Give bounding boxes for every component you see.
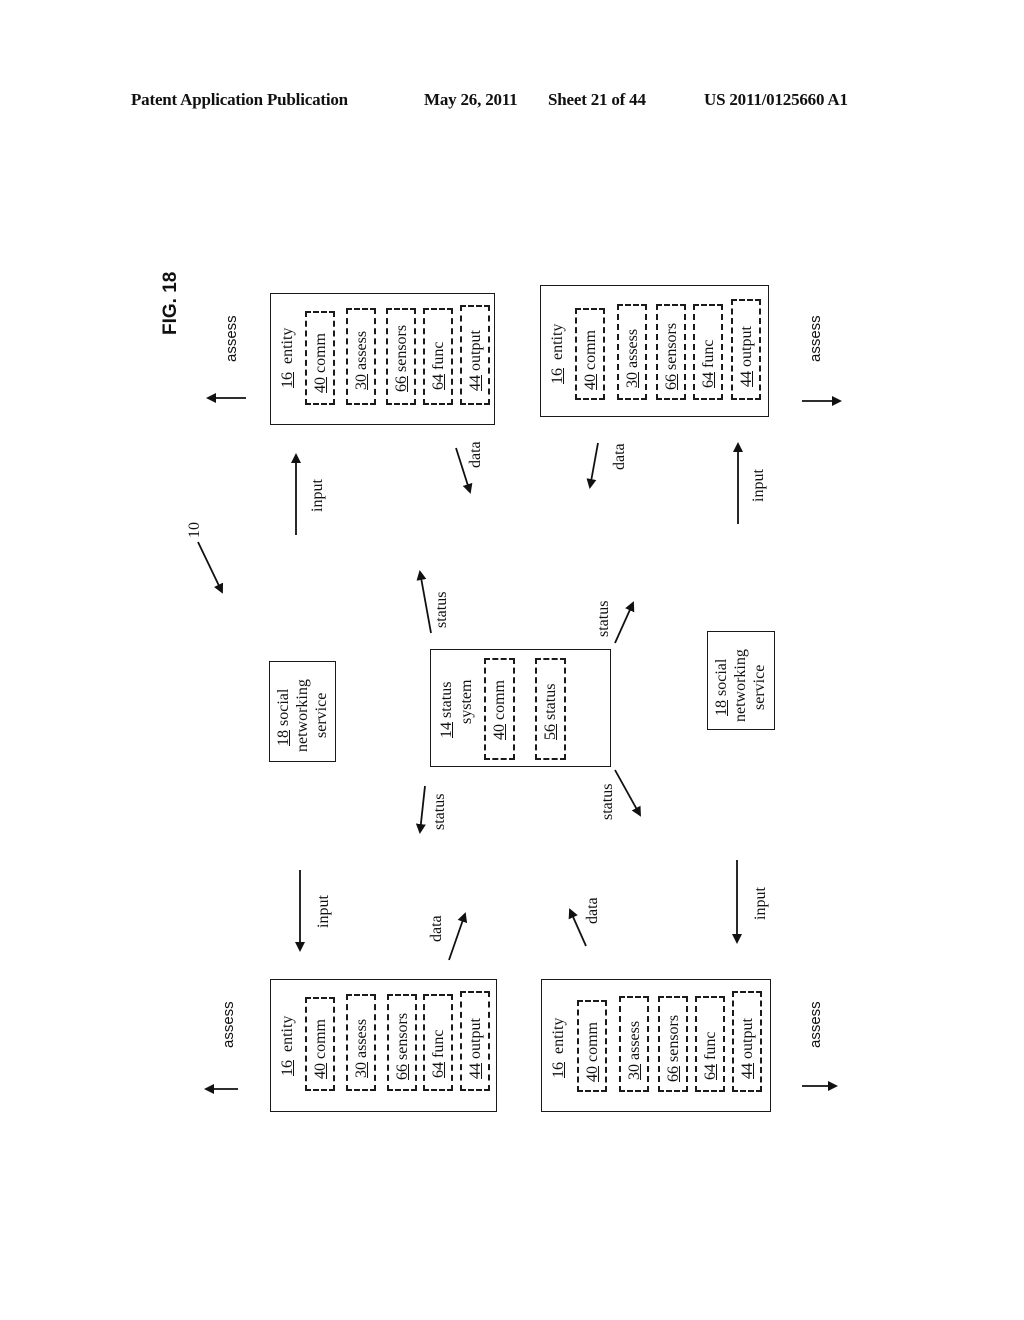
label-status: status <box>595 600 612 637</box>
module-sensors: 66 sensors <box>658 996 688 1092</box>
label-input: input <box>309 479 326 512</box>
label-assess: assess <box>807 1001 824 1048</box>
module-func: 64 func <box>695 996 725 1092</box>
label-input: input <box>750 469 767 502</box>
label-data: data <box>467 441 484 468</box>
module-output: 44 output <box>732 991 762 1092</box>
module-sensors: 66 sensors <box>387 994 417 1091</box>
label-assess: assess <box>220 1001 237 1048</box>
label-status: status <box>599 783 616 820</box>
module-comm: 40 comm <box>577 1000 607 1092</box>
social-networking-service-box: 18 social networking service <box>269 661 336 762</box>
status-system-title: 14 status <box>438 681 455 738</box>
arrow-data-bottom-left <box>448 912 468 961</box>
entity-box: 16 entity 40 comm 30 assess 66 sensors 6… <box>541 979 771 1112</box>
label-assess: assess <box>807 315 824 362</box>
module-comm: 40 comm <box>305 997 335 1091</box>
entity-box: 16 entity 40 comm 30 assess 66 sensors 6… <box>540 285 769 417</box>
module-output: 44 output <box>460 305 490 405</box>
module-comm: 40 comm <box>484 658 515 760</box>
entity-title: 16 entity <box>279 1015 296 1076</box>
module-func: 64 func <box>693 304 723 400</box>
module-assess: 30 assess <box>346 308 376 405</box>
label-data: data <box>584 897 601 924</box>
label-data: data <box>428 915 445 942</box>
arrow-status-down-right <box>614 769 641 817</box>
entity-box: 16 entity 40 comm 30 assess 66 sensors 6… <box>270 979 497 1112</box>
entity-title: 16 entity <box>279 327 296 388</box>
status-system-box: 14 status system 40 comm 56 status <box>430 649 611 767</box>
module-output: 44 output <box>731 299 761 400</box>
label-status: status <box>431 793 448 830</box>
arrow-status-up-left <box>416 570 432 634</box>
entity-title: 16 entity <box>549 323 566 384</box>
module-func: 64 func <box>423 308 453 405</box>
label-input: input <box>752 887 769 920</box>
module-sensors: 66 sensors <box>656 304 686 400</box>
arrow-status-down-left <box>415 785 426 834</box>
label-input: input <box>315 895 332 928</box>
module-comm: 40 comm <box>575 308 605 400</box>
module-output: 44 output <box>460 991 490 1091</box>
arrow-data-top-right <box>586 442 599 489</box>
module-status: 56 status <box>535 658 566 760</box>
label-assess: assess <box>223 315 240 362</box>
arrow-reference-10 <box>197 541 224 594</box>
social-networking-service-box: 18 social networking service <box>707 631 775 730</box>
entity-box: 16 entity 40 comm 30 assess 66 sensors 6… <box>270 293 495 425</box>
module-comm: 40 comm <box>305 311 335 405</box>
module-sensors: 66 sensors <box>386 308 416 405</box>
module-assess: 30 assess <box>619 996 649 1092</box>
arrow-status-up-right <box>614 601 635 644</box>
module-func: 64 func <box>423 994 453 1091</box>
entity-title: 16 entity <box>550 1017 567 1078</box>
label-status: status <box>433 591 450 628</box>
label-data: data <box>611 443 628 470</box>
module-assess: 30 assess <box>346 994 376 1091</box>
module-assess: 30 assess <box>617 304 647 400</box>
